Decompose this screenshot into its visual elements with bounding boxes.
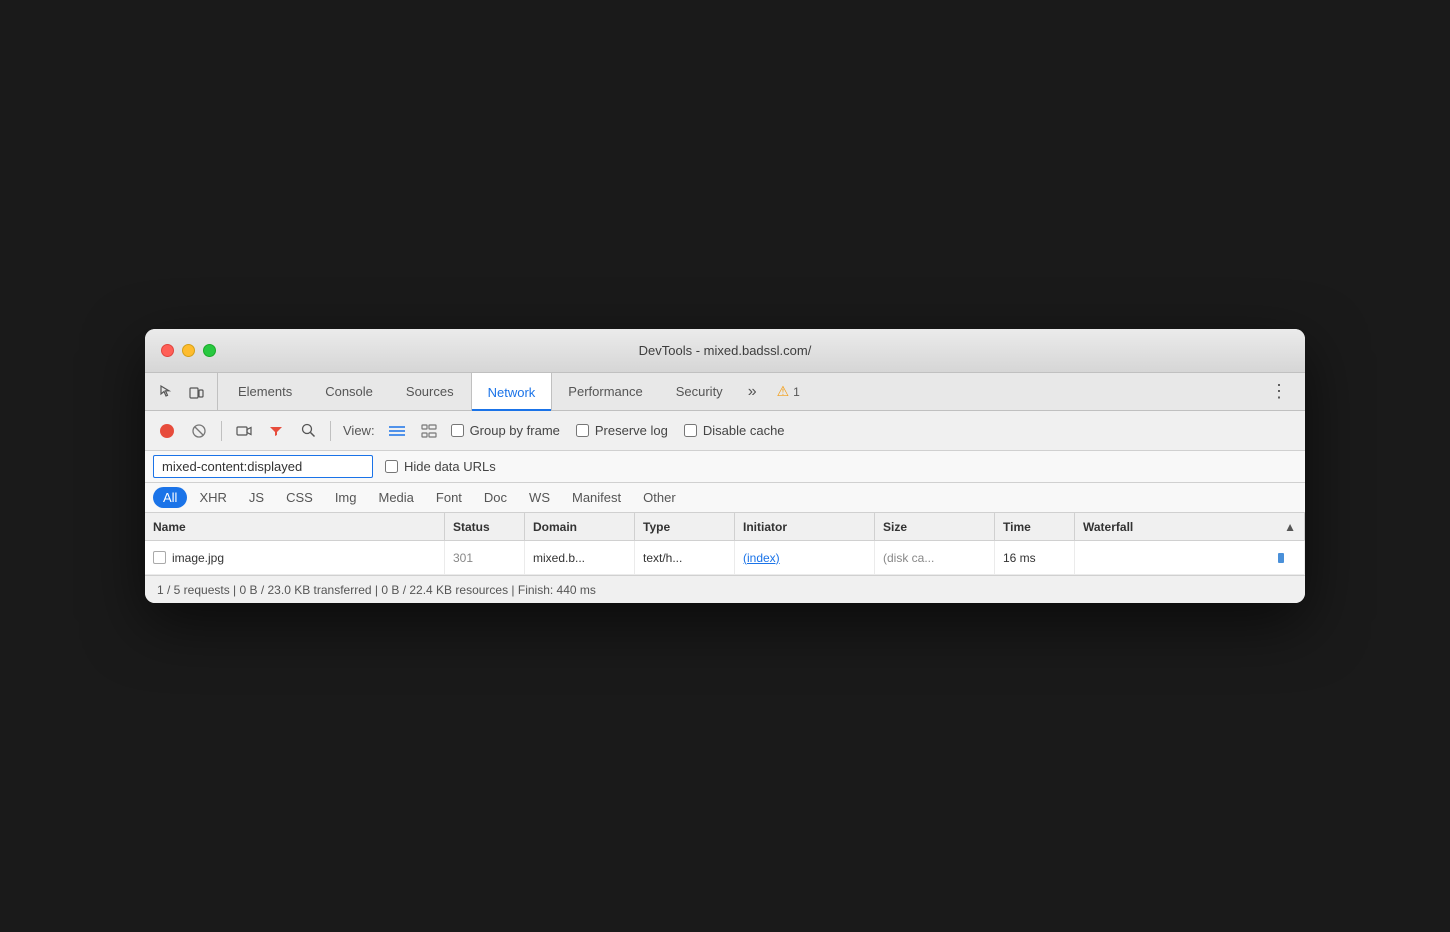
col-size[interactable]: Size (875, 513, 995, 540)
devtools-menu-button[interactable]: ⋮ (1262, 373, 1297, 410)
cell-size: (disk ca... (875, 541, 995, 574)
type-filter-ws[interactable]: WS (519, 487, 560, 508)
waterfall-bar (1278, 553, 1284, 563)
tab-more-button[interactable]: » (740, 373, 765, 410)
record-button[interactable] (153, 417, 181, 445)
sort-arrow-icon: ▲ (1284, 520, 1296, 534)
toolbar-checkboxes: Group by frame Preserve log Disable cach… (451, 423, 785, 438)
type-filter-img[interactable]: Img (325, 487, 367, 508)
type-filter-css[interactable]: CSS (276, 487, 323, 508)
status-bar: 1 / 5 requests | 0 B / 23.0 KB transferr… (145, 575, 1305, 603)
minimize-button[interactable] (182, 344, 195, 357)
table-body: image.jpg 301 mixed.b... text/h... (inde… (145, 541, 1305, 575)
view-label: View: (343, 423, 375, 438)
tab-security[interactable]: Security (660, 373, 740, 410)
tab-performance[interactable]: Performance (552, 373, 659, 410)
type-filter-media[interactable]: Media (368, 487, 423, 508)
col-domain[interactable]: Domain (525, 513, 635, 540)
traffic-lights (161, 344, 216, 357)
type-filter-js[interactable]: JS (239, 487, 274, 508)
network-toolbar: View: Group by frame (145, 411, 1305, 451)
status-text: 1 / 5 requests | 0 B / 23.0 KB transferr… (157, 583, 596, 597)
type-filter-bar: AllXHRJSCSSImgMediaFontDocWSManifestOthe… (145, 483, 1305, 513)
col-status[interactable]: Status (445, 513, 525, 540)
hide-data-urls-checkbox[interactable]: Hide data URLs (385, 459, 496, 474)
view-list-button[interactable] (383, 417, 411, 445)
cell-time: 16 ms (995, 541, 1075, 574)
devtools-window: DevTools - mixed.badssl.com/ Element (145, 329, 1305, 603)
col-time[interactable]: Time (995, 513, 1075, 540)
type-filter-font[interactable]: Font (426, 487, 472, 508)
inspect-element-button[interactable] (153, 379, 179, 405)
table-header: Name Status Domain Type Initiator Size T… (145, 513, 1305, 541)
screenshot-button[interactable] (230, 417, 258, 445)
clear-button[interactable] (185, 417, 213, 445)
nav-icons (153, 373, 218, 410)
view-tree-button[interactable] (415, 417, 443, 445)
row-checkbox[interactable] (153, 551, 166, 564)
record-icon (160, 424, 174, 438)
col-initiator[interactable]: Initiator (735, 513, 875, 540)
title-bar: DevTools - mixed.badssl.com/ (145, 329, 1305, 373)
disable-cache-checkbox[interactable]: Disable cache (684, 423, 785, 438)
network-table: Name Status Domain Type Initiator Size T… (145, 513, 1305, 575)
cell-status: 301 (445, 541, 525, 574)
toolbar-divider-1 (221, 421, 222, 441)
table-row[interactable]: image.jpg 301 mixed.b... text/h... (inde… (145, 541, 1305, 575)
close-button[interactable] (161, 344, 174, 357)
cell-name: image.jpg (145, 541, 445, 574)
maximize-button[interactable] (203, 344, 216, 357)
warning-icon: ⚠ (777, 383, 790, 400)
tab-elements[interactable]: Elements (222, 373, 309, 410)
devtools-nav (153, 373, 222, 410)
search-button[interactable] (294, 417, 322, 445)
tab-bar: Elements Console Sources Network Perform… (145, 373, 1305, 411)
tab-network[interactable]: Network (471, 373, 553, 411)
type-filter-other[interactable]: Other (633, 487, 686, 508)
group-by-frame-checkbox[interactable]: Group by frame (451, 423, 560, 438)
cell-domain: mixed.b... (525, 541, 635, 574)
tab-console[interactable]: Console (309, 373, 390, 410)
type-filter-doc[interactable]: Doc (474, 487, 517, 508)
type-filter-manifest[interactable]: Manifest (562, 487, 631, 508)
type-filter-all[interactable]: All (153, 487, 187, 508)
cell-type: text/h... (635, 541, 735, 574)
col-waterfall[interactable]: Waterfall ▲ (1075, 513, 1305, 540)
warning-badge[interactable]: ⚠ 1 (765, 373, 812, 410)
filter-bar: Hide data URLs (145, 451, 1305, 483)
preserve-log-checkbox[interactable]: Preserve log (576, 423, 668, 438)
filter-input[interactable] (153, 455, 373, 478)
type-filter-xhr[interactable]: XHR (189, 487, 236, 508)
col-name[interactable]: Name (145, 513, 445, 540)
window-title: DevTools - mixed.badssl.com/ (639, 343, 812, 358)
cell-waterfall (1075, 541, 1305, 574)
cell-initiator: (index) (735, 541, 875, 574)
device-toolbar-button[interactable] (183, 379, 209, 405)
toolbar-divider-2 (330, 421, 331, 441)
warning-count: 1 (793, 385, 800, 399)
filter-button[interactable] (262, 417, 290, 445)
tab-sources[interactable]: Sources (390, 373, 471, 410)
col-type[interactable]: Type (635, 513, 735, 540)
